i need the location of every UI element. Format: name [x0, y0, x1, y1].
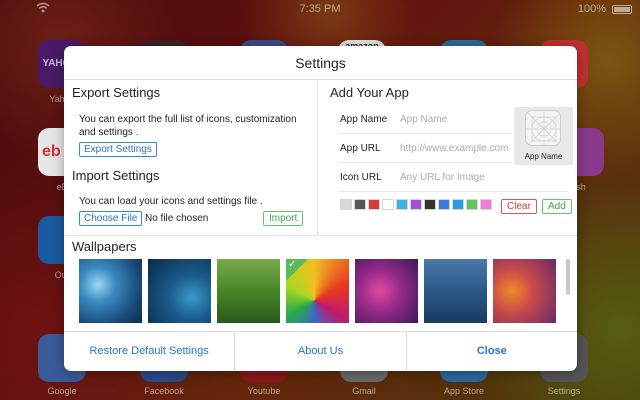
facebook-app-label: Facebook: [144, 386, 184, 396]
choose-file-button[interactable]: Choose File: [79, 211, 143, 226]
wallpaper-thumb-7[interactable]: [493, 259, 556, 323]
app-name-label: App Name: [340, 114, 388, 125]
add-app-heading: Add Your App: [330, 85, 409, 100]
export-settings-heading: Export Settings: [72, 85, 161, 100]
divider: [338, 191, 568, 192]
app-icon-preview: App Name: [514, 107, 573, 165]
app-url-label: App URL: [340, 143, 381, 154]
add-app-panel: Add Your App App Name App URL Icon URL: [318, 80, 577, 235]
icon-url-input[interactable]: [400, 168, 550, 186]
gmail-app-label: Gmail: [352, 386, 376, 396]
wallpaper-scrollbar[interactable]: [566, 259, 570, 295]
battery-percent: 100%: [577, 3, 606, 15]
color-swatch[interactable]: [466, 199, 478, 210]
import-settings-heading: Import Settings: [72, 168, 160, 183]
wallpaper-list: ✓: [79, 259, 559, 323]
wallpaper-thumb-2[interactable]: [148, 259, 211, 323]
color-swatch[interactable]: [396, 199, 408, 210]
color-swatch[interactable]: [438, 199, 450, 210]
app-store-app-label: App Store: [443, 386, 485, 396]
close-button[interactable]: Close: [407, 332, 577, 371]
wallpaper-thumb-5[interactable]: [355, 259, 418, 323]
google-app-label: Google: [47, 386, 77, 396]
divider: [64, 235, 577, 236]
about-us-button[interactable]: About Us: [235, 332, 407, 371]
wallpapers-heading: Wallpapers: [72, 239, 137, 254]
color-swatch[interactable]: [424, 199, 436, 210]
wallpaper-thumb-6[interactable]: [424, 259, 487, 323]
clear-button[interactable]: Clear: [501, 199, 537, 214]
color-swatch[interactable]: [410, 199, 422, 210]
status-time: 7:35 PM: [299, 3, 341, 15]
export-description: You can export the full list of icons, c…: [79, 114, 297, 138]
import-button[interactable]: Import: [263, 211, 304, 226]
settings-app-label: Settings: [547, 386, 581, 396]
checkmark-icon: ✓: [288, 259, 297, 270]
settings-dialog: Settings Export Settings You can export …: [64, 46, 577, 371]
color-swatch[interactable]: [354, 199, 366, 210]
color-swatch[interactable]: [452, 199, 464, 210]
placeholder-icon: [525, 110, 561, 146]
dialog-title: Settings: [64, 46, 577, 80]
divider: [338, 162, 512, 163]
color-swatch[interactable]: [368, 199, 380, 210]
color-swatches: [340, 199, 492, 211]
wallpaper-thumb-3[interactable]: [217, 259, 280, 323]
app-url-input[interactable]: [400, 139, 512, 157]
add-button[interactable]: Add: [542, 199, 572, 214]
color-swatch[interactable]: [382, 199, 394, 210]
divider: [338, 133, 512, 134]
youtube-app-label: Youtube: [247, 386, 281, 396]
import-export-panel: Export Settings You can export the full …: [64, 80, 318, 235]
wallpaper-thumb-1[interactable]: [79, 259, 142, 323]
export-settings-button[interactable]: Export Settings: [79, 142, 157, 157]
import-description: You can load your icons and settings fil…: [79, 196, 263, 207]
dialog-footer: Restore Default Settings About Us Close: [64, 331, 577, 371]
battery-icon: [612, 5, 632, 14]
color-swatch[interactable]: [340, 199, 352, 210]
preview-app-name: App Name: [524, 152, 563, 161]
icon-url-label: Icon URL: [340, 172, 382, 183]
wallpaper-thumb-4[interactable]: ✓: [286, 259, 349, 323]
restore-defaults-button[interactable]: Restore Default Settings: [64, 332, 236, 371]
app-name-input[interactable]: [400, 110, 508, 128]
file-status-text: No file chosen: [145, 213, 209, 224]
color-swatch[interactable]: [480, 199, 492, 210]
status-bar: 7:35 PM 100%: [0, 0, 640, 18]
